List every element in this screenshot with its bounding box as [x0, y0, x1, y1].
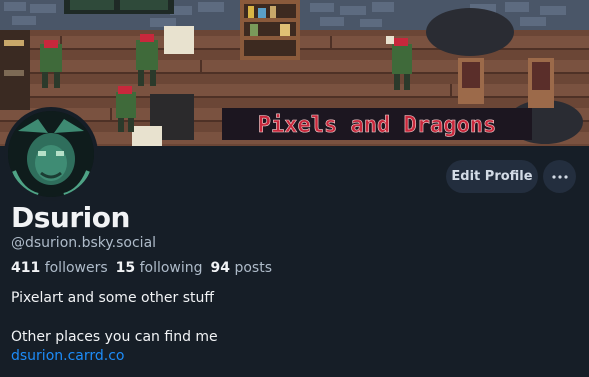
- followers-count: 411: [11, 260, 41, 276]
- followers-link[interactable]: 411 followers: [11, 260, 108, 276]
- following-count: 15: [115, 260, 136, 276]
- ellipsis-icon: [551, 174, 568, 179]
- posts-label: posts: [234, 260, 272, 276]
- banner-sign-text: Pixels and Dragons: [258, 113, 496, 138]
- avatar-ring: [4, 107, 98, 201]
- more-options-button[interactable]: [543, 160, 576, 193]
- bio-line-1: Pixelart and some other stuff: [11, 290, 215, 306]
- following-label: following: [139, 260, 203, 276]
- banner-illustration: Pixels and Dragons: [0, 0, 589, 146]
- avatar-dragon-image: [8, 111, 94, 197]
- avatar[interactable]: [8, 111, 94, 197]
- profile-handle: @dsurion.bsky.social: [11, 235, 157, 251]
- bio-line-2: Other places you can find me: [11, 329, 218, 345]
- display-name: Dsurion: [11, 201, 130, 234]
- posts-count: 94: [210, 260, 231, 276]
- following-link[interactable]: 15 following: [116, 260, 203, 276]
- followers-label: followers: [44, 260, 108, 276]
- profile-stats: 411 followers 15 following 94 posts: [11, 260, 272, 276]
- profile-banner[interactable]: Pixels and Dragons: [0, 0, 589, 146]
- profile-link[interactable]: dsurion.carrd.co: [11, 348, 124, 364]
- edit-profile-button[interactable]: Edit Profile: [446, 160, 538, 193]
- posts-stat: 94 posts: [211, 260, 272, 276]
